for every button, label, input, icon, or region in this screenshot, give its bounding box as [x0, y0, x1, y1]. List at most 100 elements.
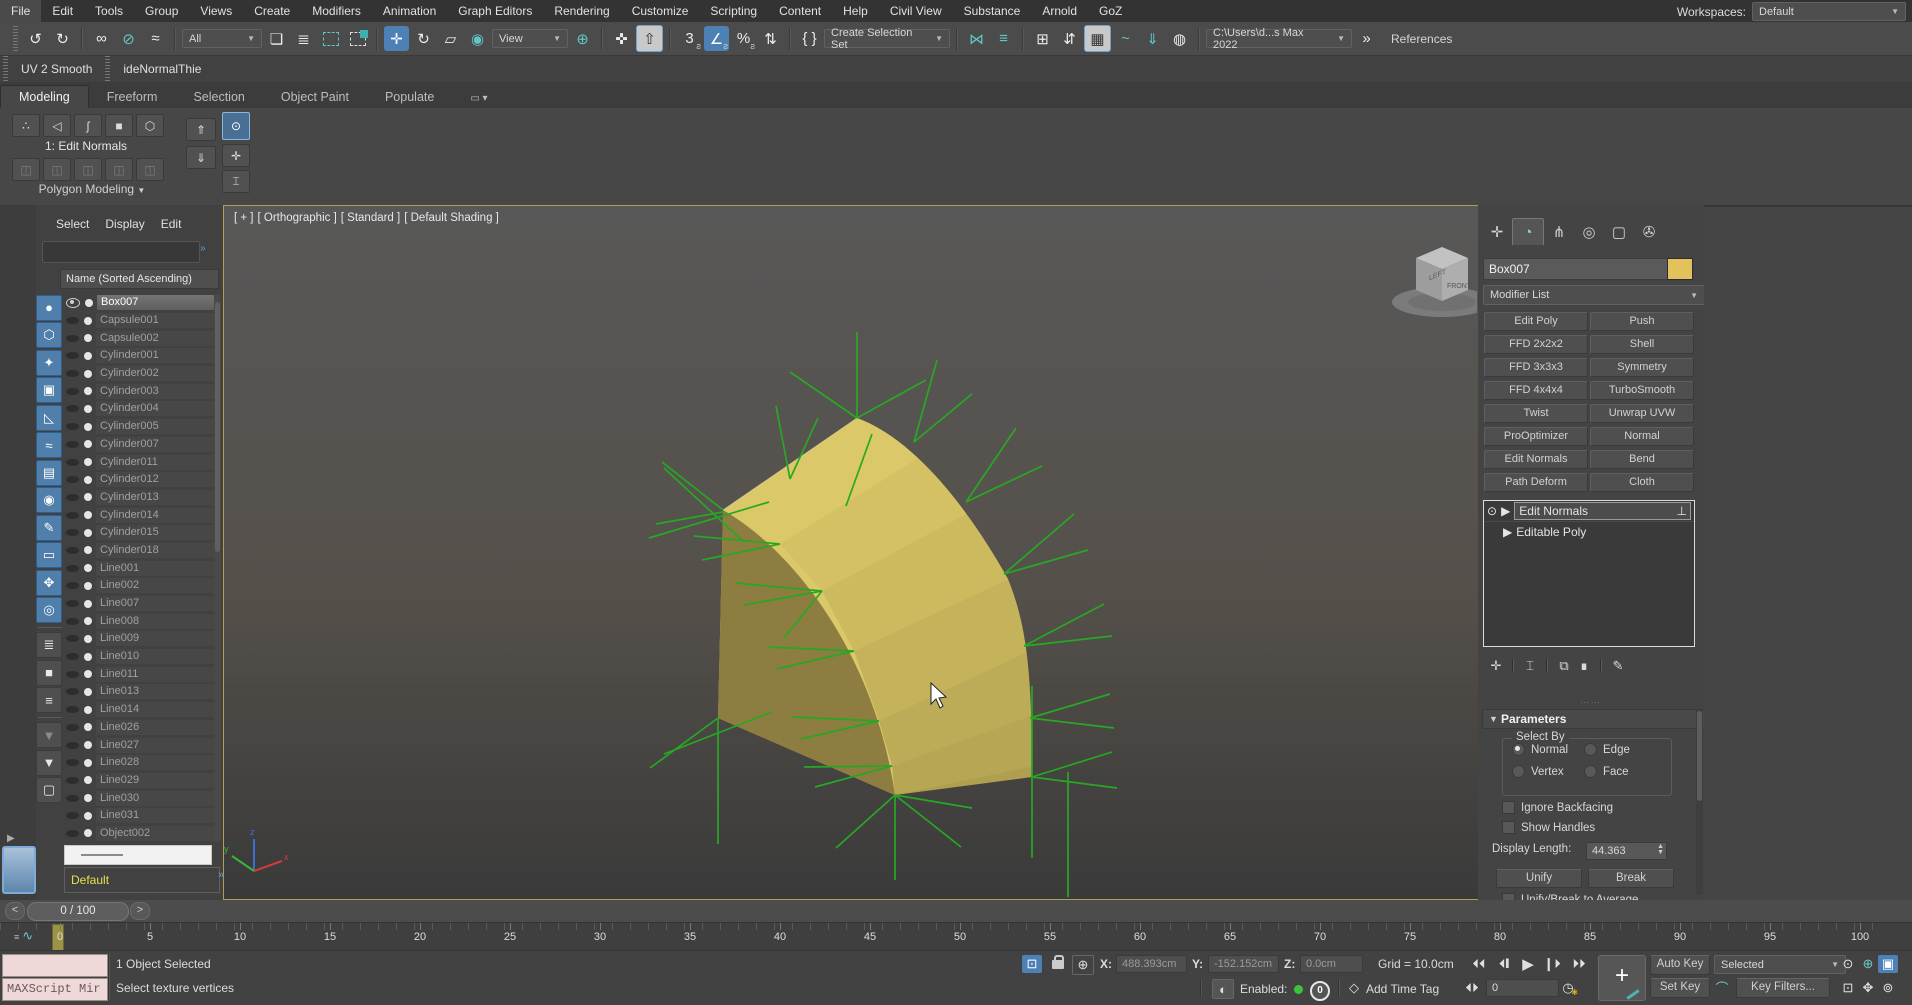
menu-goz[interactable]: GoZ	[1088, 0, 1133, 22]
pan-hand-icon[interactable]: ✥	[1858, 979, 1878, 997]
time-configuration-icon[interactable]: ◷✱	[1558, 979, 1578, 997]
eye-closed-icon[interactable]	[66, 742, 79, 749]
maxscript-mini-listener[interactable]: MAXScript Mir	[2, 978, 108, 1001]
set-key-button[interactable]: Set Key	[1650, 978, 1710, 998]
unlink-selection-icon[interactable]: ⊘	[116, 26, 141, 51]
panel-scrollbar[interactable]	[1696, 709, 1703, 895]
parameters-rollout-header[interactable]: ▼ Parameters ⠿	[1482, 709, 1704, 729]
display-cameras-icon[interactable]: ▣	[36, 377, 62, 403]
object-dot-icon[interactable]	[84, 723, 92, 731]
radio-edge[interactable]: Edge	[1584, 743, 1630, 756]
display-helpers-icon[interactable]: ◺	[36, 405, 62, 431]
select-and-scale-icon[interactable]: ▱	[438, 26, 463, 51]
object-dot-icon[interactable]	[84, 458, 92, 466]
normal-vector[interactable]	[857, 380, 926, 418]
checkbox-ignore-backfacing[interactable]: Ignore Backfacing	[1502, 801, 1613, 814]
eye-closed-icon[interactable]	[66, 317, 79, 324]
isolate-selection-toggle[interactable]: ⊡	[1022, 955, 1042, 973]
create-selection-set-dropdown[interactable]: Create Selection Set▼	[824, 29, 950, 48]
object-row-cylinder007[interactable]: Cylinder007	[66, 436, 214, 454]
modifier-list-dropdown[interactable]: Modifier List ▼	[1483, 285, 1704, 305]
align-icon[interactable]: ≡	[991, 26, 1016, 51]
previous-key-icon[interactable]: ⏴❙	[1494, 955, 1514, 973]
explorer-menu-display[interactable]: Display	[97, 217, 152, 231]
show-end-result-toggle[interactable]: ⊙	[222, 112, 250, 140]
ribbon-panel-label[interactable]: Polygon Modeling ▼	[12, 182, 172, 196]
eye-closed-icon[interactable]	[66, 459, 79, 466]
rectangular-selection-region-icon[interactable]	[318, 26, 343, 51]
angle-snap-toggle-icon[interactable]: ∠Ƨ	[704, 26, 729, 51]
object-row-line027[interactable]: Line027	[66, 736, 214, 754]
zoom-region-icon[interactable]: ⊡	[1838, 979, 1858, 997]
object-row-line014[interactable]: Line014	[66, 701, 214, 719]
toggle-layer-explorer-icon[interactable]: ⇵	[1057, 26, 1082, 51]
object-dot-icon[interactable]	[84, 511, 92, 519]
object-row-box007[interactable]: Box007	[66, 294, 214, 312]
modifier-button-edit-poly[interactable]: Edit Poly	[1484, 312, 1588, 331]
window-crossing-icon[interactable]	[345, 26, 370, 51]
eye-closed-icon[interactable]	[66, 352, 79, 359]
object-dot-icon[interactable]	[84, 812, 92, 820]
explorer-menu-edit[interactable]: Edit	[153, 217, 190, 231]
modifier-button-cloth[interactable]: Cloth	[1590, 473, 1694, 492]
eye-closed-icon[interactable]	[66, 423, 79, 430]
next-frame-button[interactable]: >	[130, 902, 150, 920]
normal-vector[interactable]	[895, 795, 961, 847]
object-row-cylinder005[interactable]: Cylinder005	[66, 418, 214, 436]
object-dot-icon[interactable]	[84, 564, 92, 572]
normal-vector[interactable]	[776, 406, 790, 479]
eye-closed-icon[interactable]	[66, 635, 79, 642]
eye-closed-icon[interactable]	[66, 688, 79, 695]
object-dot-icon[interactable]	[84, 405, 92, 413]
modifier-button-symmetry[interactable]: Symmetry	[1590, 358, 1694, 377]
eye-closed-icon[interactable]	[66, 618, 79, 625]
keyboard-shortcut-override-icon[interactable]: ⇧	[636, 25, 663, 52]
eye-closed-icon[interactable]	[66, 405, 79, 412]
object-dot-icon[interactable]	[84, 317, 92, 325]
select-object-icon[interactable]: ❏	[264, 26, 289, 51]
display-spacewarps-icon[interactable]: ≈	[36, 432, 62, 458]
object-row-cylinder003[interactable]: Cylinder003	[66, 382, 214, 400]
object-row-cylinder018[interactable]: Cylinder018	[66, 542, 214, 560]
object-row-line008[interactable]: Line008	[66, 612, 214, 630]
key-filters-button[interactable]: Key Filters...	[1736, 978, 1830, 998]
object-row-cylinder015[interactable]: Cylinder015	[66, 524, 214, 542]
radio-face[interactable]: Face	[1584, 765, 1629, 778]
object-row-line002[interactable]: Line002	[66, 577, 214, 595]
notification-count-button[interactable]: 0	[1310, 981, 1330, 1001]
create-tab[interactable]: ✛	[1482, 219, 1512, 245]
eye-closed-icon[interactable]	[66, 671, 79, 678]
preview-border-icon[interactable]: ◫	[74, 158, 102, 181]
object-dot-icon[interactable]	[84, 352, 92, 360]
vertex-icon[interactable]: ∴	[12, 114, 40, 137]
display-shapes-icon[interactable]: ⬡	[36, 322, 62, 348]
toggle-ribbon-icon[interactable]: ▦	[1084, 25, 1111, 52]
explorer-horizontal-scrollbar[interactable]	[64, 845, 212, 865]
list-view-icon[interactable]: ≣	[36, 632, 62, 658]
modifier-button-ffd-3x3x3[interactable]: FFD 3x3x3	[1484, 358, 1588, 377]
more-tools-chevron-icon[interactable]: »	[1354, 26, 1379, 51]
eye-closed-icon[interactable]	[66, 812, 79, 819]
normal-vector[interactable]	[1024, 604, 1104, 646]
percent-snap-toggle-icon[interactable]: %Ƨ	[731, 26, 756, 51]
y-coordinate-field[interactable]: -152.152cm	[1208, 955, 1279, 973]
break-button[interactable]: Break	[1588, 869, 1674, 888]
normal-vector[interactable]	[1030, 718, 1114, 728]
menu-animation[interactable]: Animation	[372, 0, 447, 22]
edge-icon[interactable]: ◁	[43, 114, 71, 137]
frame-display-field[interactable]: 0 / 100	[27, 902, 129, 921]
object-dot-icon[interactable]	[84, 617, 92, 625]
object-row-cylinder014[interactable]: Cylinder014	[66, 506, 214, 524]
eye-open-icon[interactable]	[66, 298, 80, 308]
configure-modifier-sets-icon[interactable]: ✎	[1608, 657, 1628, 675]
expand-arrow-icon[interactable]: ▶	[1501, 504, 1510, 518]
object-dot-icon[interactable]	[84, 670, 92, 678]
object-name-field[interactable]: Box007	[1483, 258, 1668, 280]
normal-vector[interactable]	[790, 372, 857, 418]
object-dot-icon[interactable]	[84, 741, 92, 749]
reference-coordinate-system-dropdown[interactable]: View▼	[492, 29, 568, 48]
object-dot-icon[interactable]	[85, 299, 93, 307]
previous-modifier-button[interactable]: ⇑	[186, 118, 216, 141]
normal-vector[interactable]	[895, 795, 972, 808]
modifier-button-shell[interactable]: Shell	[1590, 335, 1694, 354]
